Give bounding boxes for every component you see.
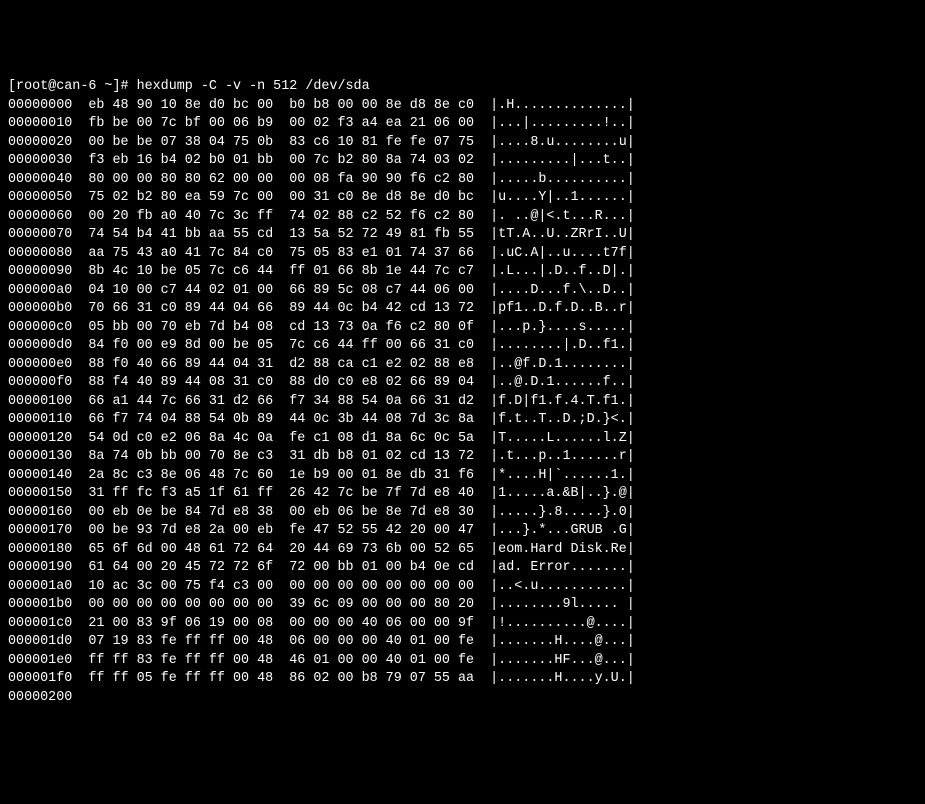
terminal-output: [root@can-6 ~]# hexdump -C -v -n 512 /de… [8, 78, 917, 707]
